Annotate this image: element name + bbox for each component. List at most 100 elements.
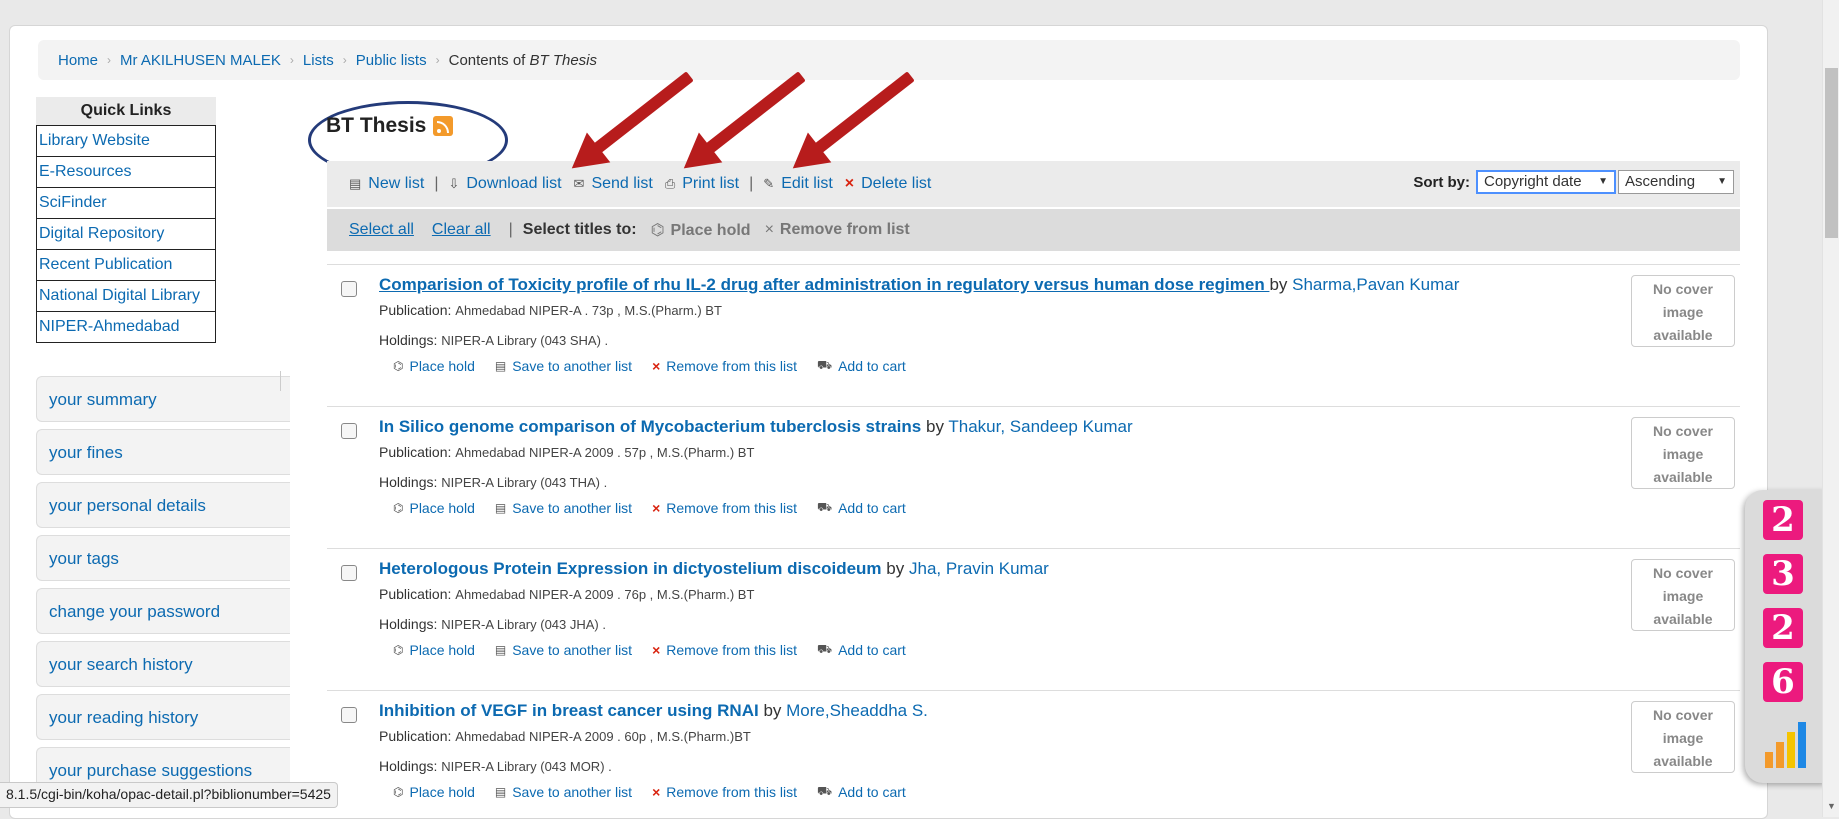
place-hold-link[interactable]: ⌬ Place hold bbox=[393, 784, 475, 800]
record-holdings: Holdings: NIPER-A Library (043 MOR) . bbox=[379, 758, 612, 774]
scrollbar-thumb[interactable] bbox=[1825, 68, 1838, 238]
save-to-another-list-link[interactable]: ▤ Save to another list bbox=[495, 784, 632, 800]
record-title-link[interactable]: Inhibition of VEGF in breast cancer usin… bbox=[379, 701, 759, 720]
no-cover-text: available bbox=[1653, 327, 1713, 343]
breadcrumb-current-name: BT Thesis bbox=[529, 51, 598, 69]
scroll-down-arrow-icon[interactable]: ▼ bbox=[1827, 801, 1836, 811]
menu-change-your-password[interactable]: change your password bbox=[36, 588, 290, 634]
record-author-link[interactable]: Thakur, Sandeep Kumar bbox=[948, 417, 1132, 436]
record-holdings: Holdings: NIPER-A Library (043 JHA) . bbox=[379, 616, 606, 632]
add-to-cart-link[interactable]: ⛟ Add to cart bbox=[817, 358, 906, 374]
record-title-link[interactable]: In Silico genome comparison of Mycobacte… bbox=[379, 417, 921, 436]
holdings-label: Holdings: bbox=[379, 474, 438, 490]
record-checkbox[interactable] bbox=[341, 707, 357, 723]
menu-your-fines[interactable]: your fines bbox=[36, 429, 290, 475]
remove-from-this-list-link[interactable]: × Remove from this list bbox=[652, 642, 797, 658]
breadcrumb-home[interactable]: Home bbox=[58, 52, 98, 69]
breadcrumb-current-prefix: Contents of bbox=[448, 51, 526, 69]
no-cover-text: No cover bbox=[1653, 707, 1713, 723]
sort-order-select[interactable]: Ascending ▼ bbox=[1618, 170, 1734, 194]
menu-your-tags[interactable]: your tags bbox=[36, 535, 290, 581]
breadcrumb-user[interactable]: Mr AKILHUSEN MALEK bbox=[120, 52, 281, 69]
holdings-label: Holdings: bbox=[379, 332, 438, 348]
record-checkbox[interactable] bbox=[341, 281, 357, 297]
clear-all-link[interactable]: Clear all bbox=[432, 221, 491, 239]
counter-digit: 6 bbox=[1763, 662, 1803, 702]
record-title-line: Comparision of Toxicity profile of rhu I… bbox=[379, 275, 1459, 295]
vertical-scrollbar[interactable]: ▼ bbox=[1822, 0, 1839, 817]
download-icon: ⇩ bbox=[448, 176, 460, 191]
record-actions: ⌬ Place hold ▤ Save to another list × Remov… bbox=[393, 642, 926, 658]
download-list-button[interactable]: ⇩ Download list bbox=[448, 175, 561, 193]
add-to-cart-label: Add to cart bbox=[838, 784, 906, 800]
record-by: by bbox=[925, 417, 944, 436]
visitor-counter-widget[interactable]: 2 3 2 6 bbox=[1745, 490, 1827, 783]
save-to-another-list-label: Save to another list bbox=[512, 642, 633, 658]
menu-your-summary[interactable]: your summary bbox=[36, 376, 290, 422]
remove-from-this-list-link[interactable]: × Remove from this list bbox=[652, 500, 797, 516]
holdings-label: Holdings: bbox=[379, 616, 438, 632]
add-to-cart-link[interactable]: ⛟ Add to cart bbox=[817, 642, 906, 658]
rss-feed-icon[interactable] bbox=[433, 116, 454, 136]
place-hold-selected-button[interactable]: ⌬ Place hold bbox=[651, 220, 751, 240]
record-title-link[interactable]: Comparision of Toxicity profile of rhu I… bbox=[379, 275, 1269, 294]
quick-link-digital-repository[interactable]: Digital Repository bbox=[39, 225, 164, 242]
record-author-link[interactable]: Sharma,Pavan Kumar bbox=[1292, 275, 1459, 294]
send-list-label: Send list bbox=[591, 175, 653, 192]
add-to-cart-link[interactable]: ⛟ Add to cart bbox=[817, 500, 906, 516]
menu-your-reading-history[interactable]: your reading history bbox=[36, 694, 290, 740]
add-to-cart-label: Add to cart bbox=[838, 642, 906, 658]
list-icon: ▤ bbox=[494, 359, 507, 373]
record-holdings: Holdings: NIPER-A Library (043 SHA) . bbox=[379, 332, 608, 348]
remove-from-this-list-link[interactable]: × Remove from this list bbox=[652, 784, 797, 800]
quick-link-recent-publication[interactable]: Recent Publication bbox=[39, 256, 172, 273]
place-hold-link[interactable]: ⌬ Place hold bbox=[393, 500, 475, 516]
quick-link-library-website[interactable]: Library Website bbox=[39, 132, 150, 149]
record-title-line: Inhibition of VEGF in breast cancer usin… bbox=[379, 701, 928, 721]
counter-digit: 2 bbox=[1763, 500, 1803, 540]
record-by: by bbox=[763, 701, 782, 720]
breadcrumb-public-lists[interactable]: Public lists bbox=[356, 52, 427, 69]
quick-link-scifinder[interactable]: SciFinder bbox=[39, 194, 107, 211]
menu-your-search-history[interactable]: your search history bbox=[36, 641, 290, 687]
record-author-link[interactable]: Jha, Pravin Kumar bbox=[909, 559, 1049, 578]
record-author-link[interactable]: More,Sheaddha S. bbox=[786, 701, 928, 720]
new-list-button[interactable]: ▤ New list bbox=[349, 175, 424, 193]
remove-from-this-list-link[interactable]: × Remove from this list bbox=[652, 358, 797, 374]
sort-label: Sort by: bbox=[1413, 173, 1470, 191]
record-title-link[interactable]: Heterologous Protein Expression in dicty… bbox=[379, 559, 882, 578]
add-to-cart-link[interactable]: ⛟ Add to cart bbox=[817, 784, 906, 800]
edit-list-button[interactable]: ✎ Edit list bbox=[763, 175, 832, 193]
breadcrumb-lists[interactable]: Lists bbox=[303, 52, 334, 69]
sort-field-select[interactable]: Copyright date ▼ bbox=[1476, 170, 1616, 194]
remove-from-list-selected-button[interactable]: × Remove from list bbox=[765, 221, 910, 239]
save-to-another-list-link[interactable]: ▤ Save to another list bbox=[495, 358, 632, 374]
place-hold-label: Place hold bbox=[409, 784, 475, 800]
new-list-icon: ▤ bbox=[349, 176, 362, 191]
no-cover-text: image bbox=[1662, 304, 1704, 320]
divider bbox=[280, 371, 281, 391]
holdings-value: NIPER-A Library (043 JHA) . bbox=[441, 617, 606, 632]
quick-link-national-digital-library[interactable]: National Digital Library bbox=[39, 287, 200, 304]
place-hold-link[interactable]: ⌬ Place hold bbox=[393, 642, 475, 658]
record-publication: Publication: Ahmedabad NIPER-A 2009 . 76… bbox=[379, 586, 754, 602]
save-to-another-list-link[interactable]: ▤ Save to another list bbox=[495, 500, 632, 516]
delete-list-label: Delete list bbox=[861, 175, 932, 192]
menu-your-personal-details[interactable]: your personal details bbox=[36, 482, 290, 528]
quick-link-e-resources[interactable]: E-Resources bbox=[39, 163, 131, 180]
record-checkbox[interactable] bbox=[341, 565, 357, 581]
list-toolbar: ▤ New list | ⇩ Download list ✉ Send list ⎙ P… bbox=[327, 161, 1740, 207]
select-all-link[interactable]: Select all bbox=[349, 221, 414, 239]
quick-link-niper-ahmedabad[interactable]: NIPER-Ahmedabad bbox=[39, 318, 180, 335]
breadcrumb-current: Contents of BT Thesis bbox=[449, 52, 597, 69]
list-icon: ▤ bbox=[494, 643, 507, 657]
delete-list-button[interactable]: × Delete list bbox=[845, 175, 932, 193]
record-checkbox[interactable] bbox=[341, 423, 357, 439]
place-hold-link[interactable]: ⌬ Place hold bbox=[393, 358, 475, 374]
publication-value: Ahmedabad NIPER-A 2009 . 76p , M.S.(Phar… bbox=[455, 587, 755, 602]
save-to-another-list-link[interactable]: ▤ Save to another list bbox=[495, 642, 632, 658]
list-item: In Silico genome comparison of Mycobacte… bbox=[327, 406, 1740, 548]
breadcrumb: Home › Mr AKILHUSEN MALEK › Lists › Publ… bbox=[38, 40, 1740, 80]
record-holdings: Holdings: NIPER-A Library (043 THA) . bbox=[379, 474, 607, 490]
record-title-line: In Silico genome comparison of Mycobacte… bbox=[379, 417, 1133, 437]
